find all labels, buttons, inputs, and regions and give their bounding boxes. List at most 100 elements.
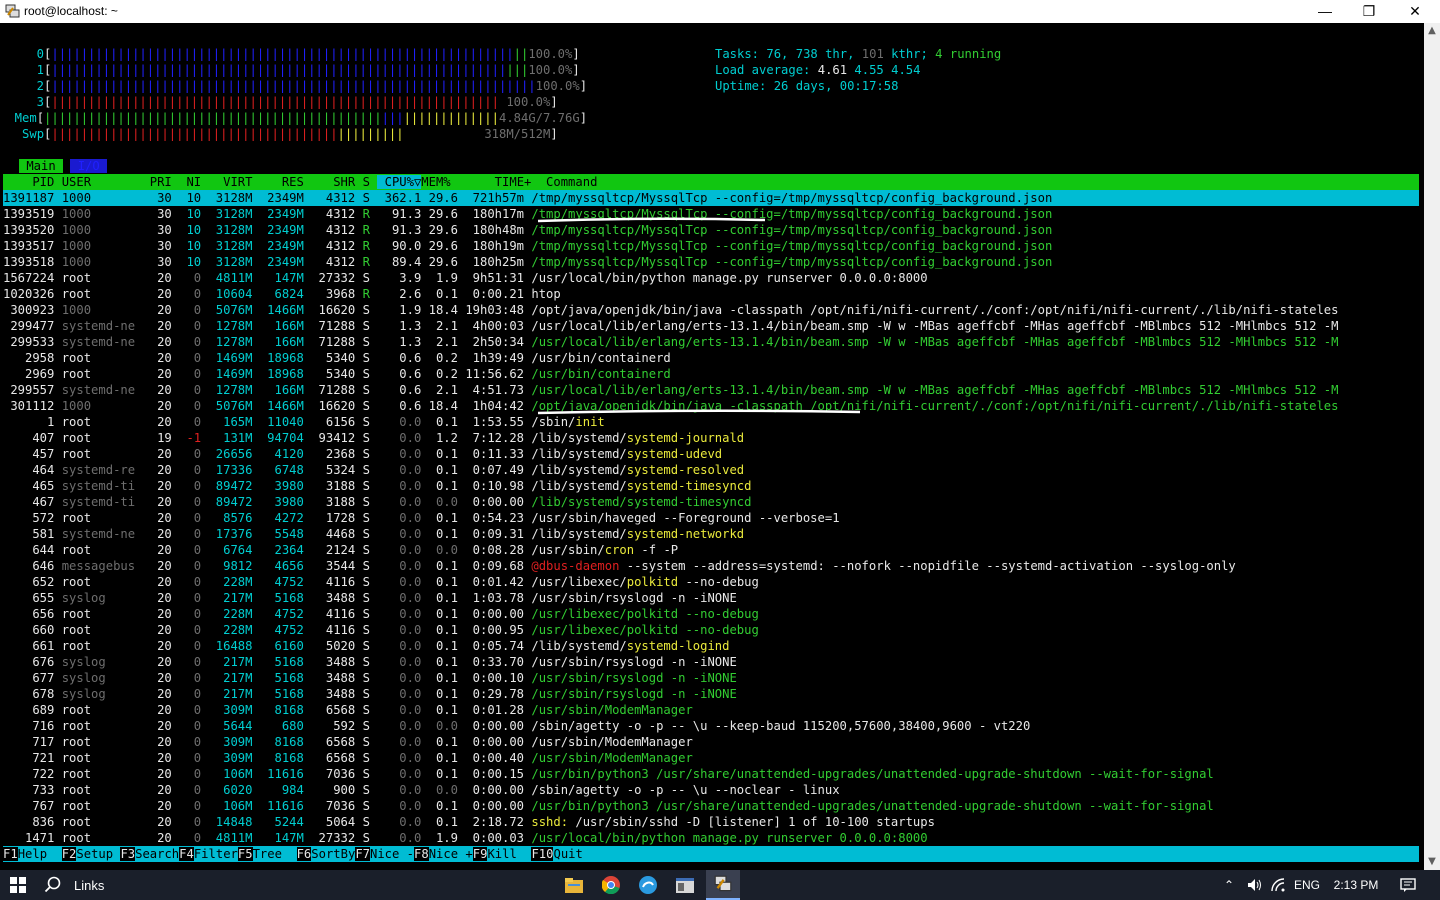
tab-main[interactable]: Main	[19, 159, 64, 173]
column-header-ni[interactable]: NI	[172, 175, 201, 189]
process-row[interactable]: 836 root 20 0 14848 5244 5064 S 0.0 0.1 …	[3, 814, 1419, 830]
process-row[interactable]: 661 root 20 0 16488 6160 5020 S 0.0 0.1 …	[3, 638, 1419, 654]
process-row[interactable]: 655 syslog 20 0 217M 5168 3488 S 0.0 0.1…	[3, 590, 1419, 606]
time-cell: 0:05.74	[457, 639, 532, 653]
tab-io[interactable]: I/O	[70, 159, 108, 173]
column-header-virt[interactable]: VIRT	[201, 175, 252, 189]
function-key-label[interactable]: Kill	[487, 847, 531, 861]
app-window-icon[interactable]	[671, 870, 699, 900]
nice-cell: 10	[171, 223, 202, 237]
process-row[interactable]: 656 root 20 0 228M 4752 4116 S 0.0 0.1 0…	[3, 606, 1419, 622]
column-header-s[interactable]: S	[355, 175, 377, 189]
process-row[interactable]: 299557 systemd-ne 20 0 1278M 166M 71288 …	[3, 382, 1419, 398]
process-row[interactable]: 1471 root 20 0 4811M 147M 27332 S 0.0 1.…	[3, 830, 1419, 846]
process-row[interactable]: 678 syslog 20 0 217M 5168 3488 S 0.0 0.1…	[3, 686, 1419, 702]
process-row[interactable]: 1020326 root 20 0 10604 6824 3968 R 2.6 …	[3, 286, 1419, 302]
process-row[interactable]: 457 root 20 0 26656 4120 2368 S 0.0 0.1 …	[3, 446, 1419, 462]
process-row[interactable]: 652 root 20 0 228M 4752 4116 S 0.0 0.1 0…	[3, 574, 1419, 590]
process-row[interactable]: 716 root 20 0 5644 680 592 S 0.0 0.0 0:0…	[3, 718, 1419, 734]
window-titlebar[interactable]: root@localhost: ~ — ❐ ✕	[0, 0, 1440, 23]
language-indicator[interactable]: ENG	[1292, 870, 1322, 900]
process-row[interactable]: 1 root 20 0 165M 11040 6156 S 0.0 0.1 1:…	[3, 414, 1419, 430]
cpu-cell: 0.0	[377, 431, 422, 445]
process-row[interactable]: 676 syslog 20 0 217M 5168 3488 S 0.0 0.1…	[3, 654, 1419, 670]
process-row[interactable]: 1393517 1000 30 10 3128M 2349M 4312 R 90…	[3, 238, 1419, 254]
process-row[interactable]: 467 systemd-ti 20 0 89472 3980 3188 S 0.…	[3, 494, 1419, 510]
column-header-shr[interactable]: SHR	[304, 175, 355, 189]
nice-cell: 0	[171, 559, 202, 573]
function-key-label[interactable]: Help	[18, 847, 62, 861]
search-box[interactable]: Links	[44, 870, 124, 900]
process-row[interactable]: 646 messagebus 20 0 9812 4656 3544 S 0.0…	[3, 558, 1419, 574]
process-row[interactable]: 722 root 20 0 106M 11616 7036 S 0.0 0.1 …	[3, 766, 1419, 782]
column-header-mem[interactable]: MEM%	[421, 175, 465, 189]
column-header-command[interactable]: Command	[546, 175, 597, 189]
process-row[interactable]: 464 systemd-re 20 0 17336 6748 5324 S 0.…	[3, 462, 1419, 478]
function-key-label[interactable]: Tree	[253, 847, 297, 861]
process-row[interactable]: 581 systemd-ne 20 0 17376 5548 4468 S 0.…	[3, 526, 1419, 542]
chrome-icon[interactable]	[597, 870, 625, 900]
file-explorer-icon[interactable]	[560, 870, 588, 900]
state-cell: S	[355, 383, 378, 397]
process-row[interactable]: 1391187 1000 30 10 3128M 2349M 4312 S 36…	[3, 190, 1419, 206]
browser-icon[interactable]	[634, 870, 662, 900]
notification-icon[interactable]	[1394, 870, 1422, 900]
function-key-label[interactable]: Nice +	[429, 847, 473, 861]
process-row[interactable]: 407 root 19 -1 131M 94704 93412 S 0.0 1.…	[3, 430, 1419, 446]
function-key-label[interactable]: SortBy	[311, 847, 355, 861]
function-key-label[interactable]: Search	[135, 847, 179, 861]
process-row[interactable]: 1393518 1000 30 10 3128M 2349M 4312 R 89…	[3, 254, 1419, 270]
vertical-scrollbar[interactable]: ▲ ▼	[1424, 23, 1440, 870]
res-cell: 5548	[252, 527, 304, 541]
chevron-up-icon[interactable]: ⌃	[1220, 870, 1238, 900]
user-cell: messagebus	[61, 559, 136, 573]
virt-cell: 6020	[201, 783, 253, 797]
column-header-user[interactable]: USER	[62, 175, 135, 189]
process-row[interactable]: 2958 root 20 0 1469M 18968 5340 S 0.6 0.…	[3, 350, 1419, 366]
process-row[interactable]: 644 root 20 0 6764 2364 2124 S 0.0 0.0 0…	[3, 542, 1419, 558]
function-key-label[interactable]: Nice -	[370, 847, 414, 861]
mem-cell: 29.6	[421, 191, 458, 205]
start-button[interactable]	[0, 870, 36, 900]
process-row[interactable]: 660 root 20 0 228M 4752 4116 S 0.0 0.1 0…	[3, 622, 1419, 638]
process-row[interactable]: 572 root 20 0 8576 4272 1728 S 0.0 0.1 0…	[3, 510, 1419, 526]
scroll-up-icon[interactable]: ▲	[1424, 23, 1440, 39]
priority-cell: 20	[135, 367, 172, 381]
column-header-cpu[interactable]: CPU%▽	[377, 175, 422, 189]
tasks-stat: Tasks: 76, 738 thr, 101 kthr; 4 running	[715, 46, 1001, 62]
minimize-button[interactable]: —	[1302, 0, 1348, 23]
process-row[interactable]: 299533 systemd-ne 20 0 1278M 166M 71288 …	[3, 334, 1419, 350]
process-row[interactable]: 465 systemd-ti 20 0 89472 3980 3188 S 0.…	[3, 478, 1419, 494]
process-row[interactable]: 717 root 20 0 309M 8168 6568 S 0.0 0.1 0…	[3, 734, 1419, 750]
process-row[interactable]: 1567224 root 20 0 4811M 147M 27332 S 3.9…	[3, 270, 1419, 286]
volume-icon[interactable]	[1244, 870, 1266, 900]
column-header-res[interactable]: RES	[253, 175, 304, 189]
scroll-down-icon[interactable]: ▼	[1424, 854, 1440, 870]
putty-taskbar-icon[interactable]	[706, 870, 740, 900]
process-row[interactable]: 299477 systemd-ne 20 0 1278M 166M 71288 …	[3, 318, 1419, 334]
process-row[interactable]: 301112 1000 20 0 5076M 1466M 16620 S 0.6…	[3, 398, 1419, 414]
process-row[interactable]: 689 root 20 0 309M 8168 6568 S 0.0 0.1 0…	[3, 702, 1419, 718]
function-key-label[interactable]: Setup	[76, 847, 120, 861]
process-row[interactable]: 767 root 20 0 106M 11616 7036 S 0.0 0.1 …	[3, 798, 1419, 814]
pid-cell: 677	[3, 671, 62, 685]
process-row[interactable]: 300923 1000 20 0 5076M 1466M 16620 S 1.9…	[3, 302, 1419, 318]
wifi-icon[interactable]	[1268, 870, 1290, 900]
maximize-button[interactable]: ❐	[1346, 0, 1392, 23]
process-row[interactable]: 677 syslog 20 0 217M 5168 3488 S 0.0 0.1…	[3, 670, 1419, 686]
terminal-area[interactable]: 0[||||||||||||||||||||||||||||||||||||||…	[0, 23, 1424, 870]
column-header-pid[interactable]: PID	[3, 175, 62, 189]
process-row[interactable]: 1393519 1000 30 10 3128M 2349M 4312 R 91…	[3, 206, 1419, 222]
shr-cell: 3544	[303, 559, 356, 573]
clock[interactable]: 2:13 PM	[1328, 870, 1384, 900]
process-row[interactable]: 733 root 20 0 6020 984 900 S 0.0 0.0 0:0…	[3, 782, 1419, 798]
column-header-pri[interactable]: PRI	[135, 175, 172, 189]
close-button[interactable]: ✕	[1392, 0, 1438, 23]
process-row[interactable]: 721 root 20 0 309M 8168 6568 S 0.0 0.1 0…	[3, 750, 1419, 766]
function-key-label[interactable]: Filter	[194, 847, 238, 861]
column-header-time[interactable]: TIME+	[465, 175, 546, 189]
cpu-cell: 0.0	[377, 623, 422, 637]
process-row[interactable]: 1393520 1000 30 10 3128M 2349M 4312 R 91…	[3, 222, 1419, 238]
function-key-label[interactable]: Quit	[553, 847, 582, 861]
process-row[interactable]: 2969 root 20 0 1469M 18968 5340 S 0.6 0.…	[3, 366, 1419, 382]
